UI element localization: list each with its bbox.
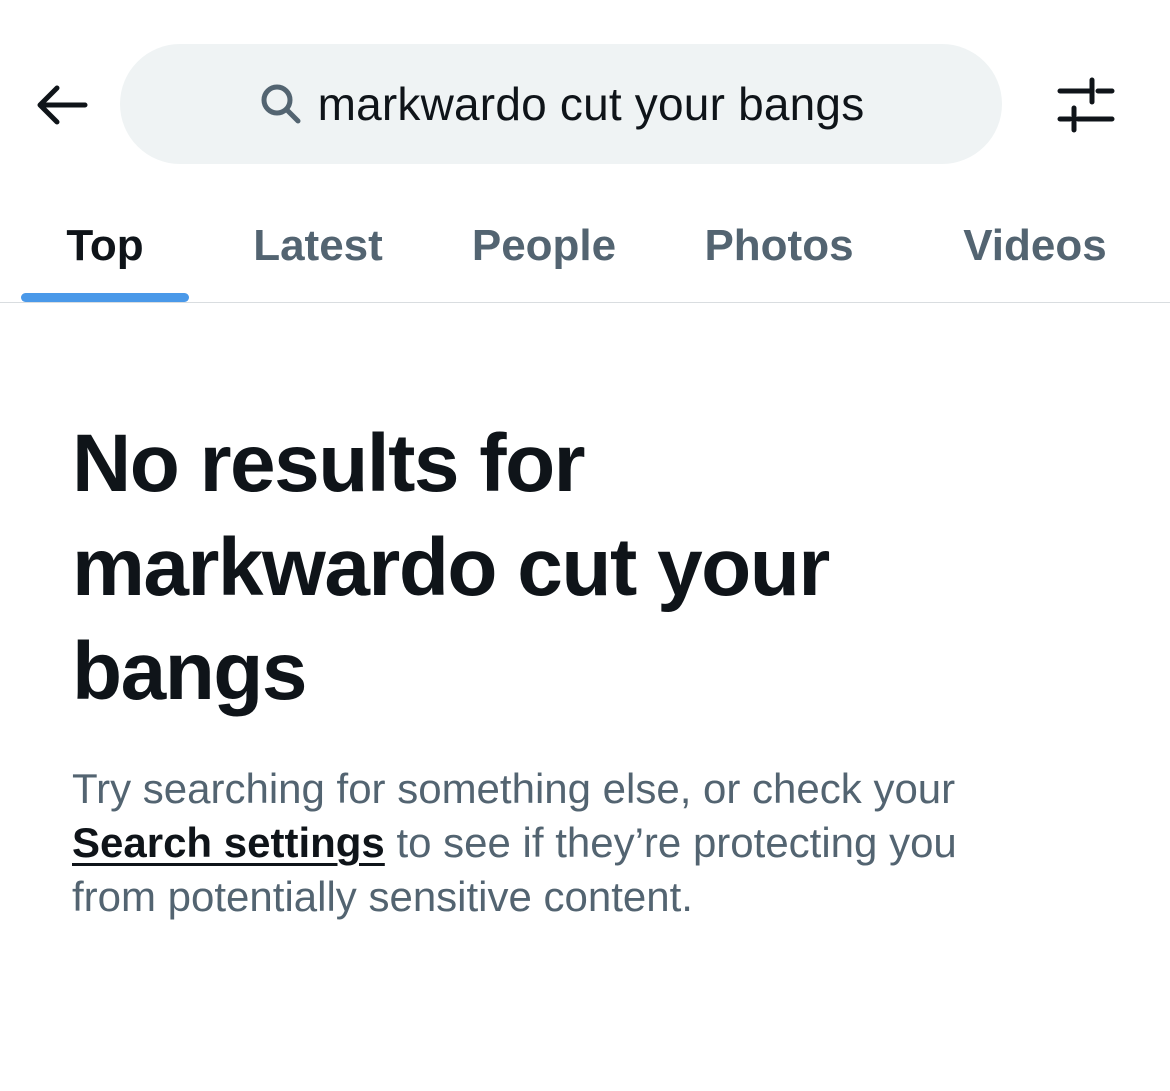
no-results-description: Try searching for something else, or che… <box>72 762 1052 924</box>
search-icon <box>258 81 304 127</box>
tab-latest[interactable]: Latest <box>218 190 418 302</box>
arrow-left-icon <box>37 85 88 125</box>
back-button[interactable] <box>28 74 94 136</box>
tab-videos[interactable]: Videos <box>930 190 1140 302</box>
tab-people[interactable]: People <box>444 190 644 302</box>
active-tab-indicator <box>21 293 189 302</box>
search-settings-link[interactable]: Search settings <box>72 819 385 866</box>
no-results-panel: No results for markwardo cut your bangs … <box>72 412 1132 924</box>
search-filters-button[interactable] <box>1052 72 1120 138</box>
no-results-title: No results for markwardo cut your bangs <box>72 412 972 724</box>
tab-photos[interactable]: Photos <box>672 190 886 302</box>
no-results-prefix: No results for <box>72 418 586 509</box>
search-header: markwardo cut your bangs <box>0 0 1170 190</box>
search-query-text: markwardo cut your bangs <box>317 78 865 130</box>
no-results-query: markwardo cut your bangs <box>72 522 830 717</box>
search-input[interactable]: markwardo cut your bangs <box>120 44 1002 164</box>
tab-top[interactable]: Top <box>21 190 189 302</box>
no-results-desc-before: Try searching for something else, or che… <box>72 765 956 812</box>
search-tabs: Top Latest People Photos Videos <box>0 190 1170 303</box>
sliders-icon <box>1057 77 1115 133</box>
